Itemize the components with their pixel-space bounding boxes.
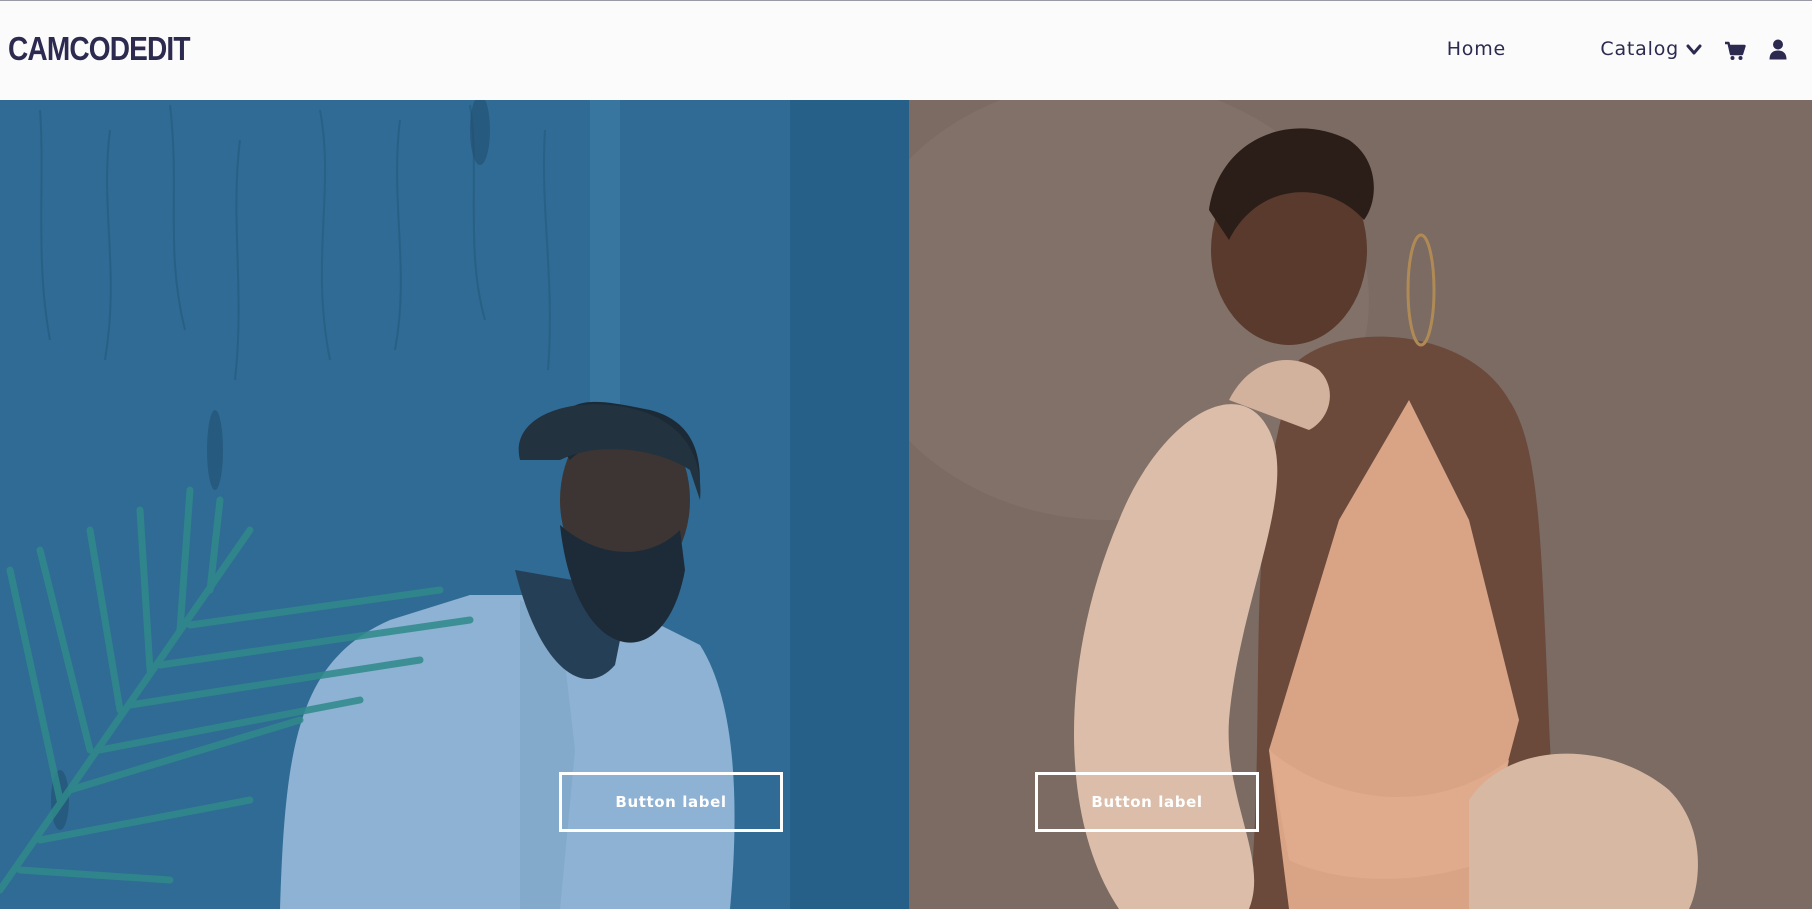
nav-catalog-label: Catalog <box>1600 38 1679 60</box>
nav-home-link[interactable]: Home <box>1447 38 1506 60</box>
user-icon[interactable] <box>1769 39 1787 60</box>
hero-right-button[interactable]: Button label <box>1035 772 1259 832</box>
chevron-down-icon[interactable] <box>1686 44 1702 56</box>
cart-icon[interactable] <box>1724 41 1746 61</box>
hero-left-button[interactable]: Button label <box>559 772 783 832</box>
hero-panel-men: Button label <box>0 100 909 909</box>
hero-section: Button label Button label <box>0 100 1812 909</box>
site-logo[interactable]: CAMCODEDIT <box>8 30 190 68</box>
site-header: CAMCODEDIT Home Catalog <box>0 1 1812 100</box>
nav-catalog-link[interactable]: Catalog <box>1600 38 1679 60</box>
hero-panel-women: Button label <box>909 100 1812 909</box>
